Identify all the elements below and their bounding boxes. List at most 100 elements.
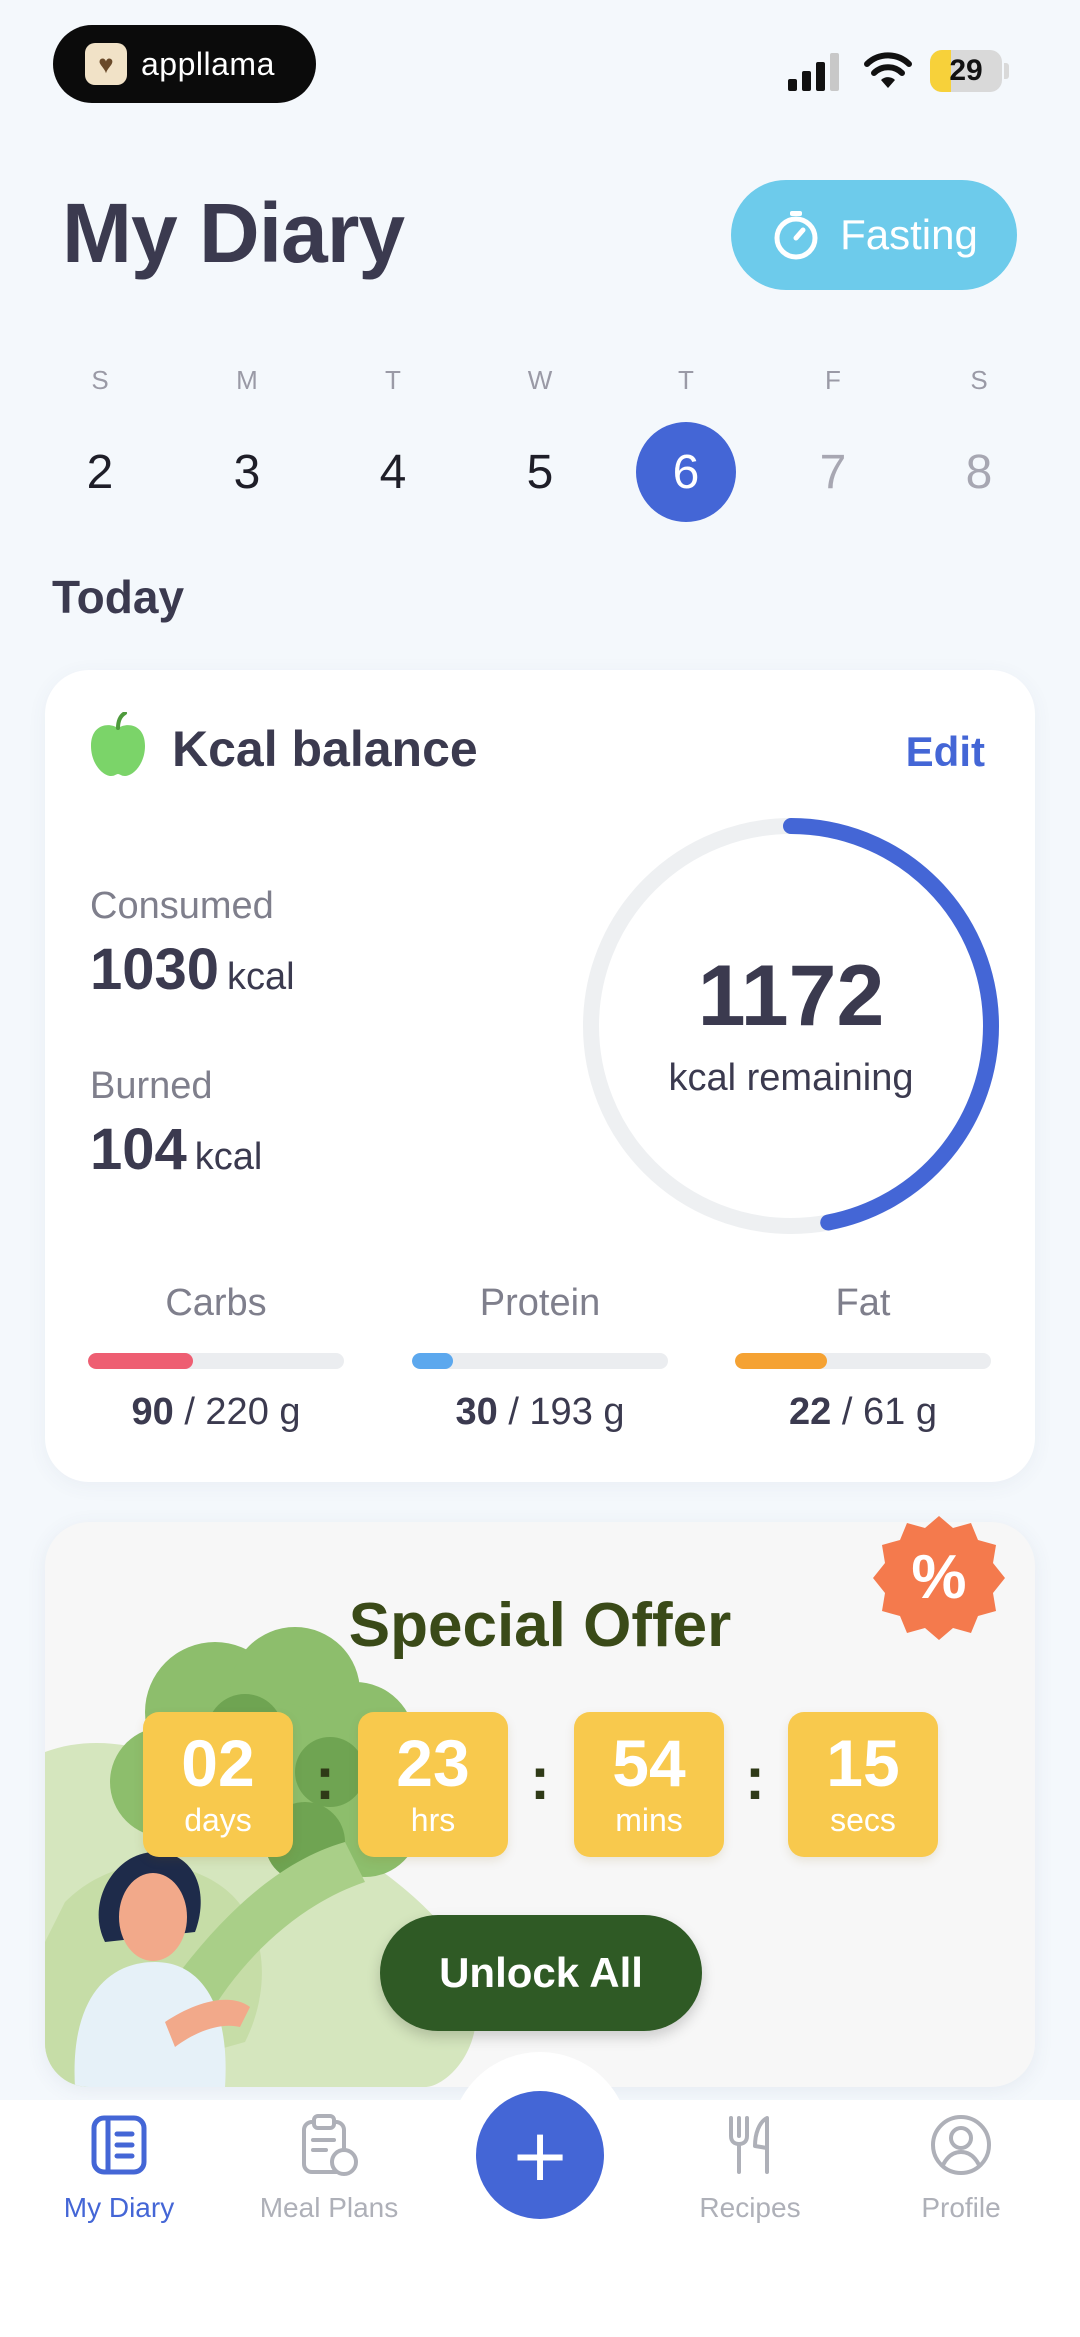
remaining-value: 1172 [697,947,885,1044]
nav-item-meal-plans[interactable]: Meal Plans [249,2112,409,2224]
day-4[interactable]: T4 [343,360,443,522]
nav-label: Profile [921,2192,1001,2223]
fasting-label: Fasting [840,211,978,258]
nav-label: Recipes [699,2192,801,2223]
nav-label: Meal Plans [259,2192,399,2223]
day-number: 6 [636,422,736,522]
burned-unit: kcal [194,1136,263,1178]
nav-item-recipes[interactable]: Recipes [670,2112,830,2224]
page-title: My Diary [62,186,405,280]
meal-plans-icon [302,2114,358,2176]
timer-unit: mins [615,1802,683,1838]
timer-value: 54 [612,1726,686,1800]
nav-item-profile[interactable]: Profile [881,2112,1041,2224]
day-3[interactable]: M3 [197,360,297,522]
timer-separator: : [530,1745,550,1812]
timer-value: 15 [826,1726,900,1800]
macro-current: 22 [789,1391,832,1433]
timer-separator: : [315,1745,335,1812]
day-number: 7 [819,445,847,499]
day-number: 4 [379,445,407,499]
unlock-all-button[interactable]: Unlock All [380,1915,702,2031]
burned-value: 104 [90,1117,187,1182]
macro-target: / 193 g [508,1391,625,1433]
day-8[interactable]: S8 [929,360,1029,522]
macro-target: / 61 g [841,1391,937,1433]
kcal-remaining: 1172 kcal remaining [575,810,1007,1242]
weekday-letter: W [527,365,553,395]
weekday-letter: T [678,365,694,395]
nav-item-my-diary[interactable]: My Diary [39,2112,199,2224]
macro-current: 90 [131,1391,174,1433]
timer-value: 02 [181,1726,255,1800]
consumed-stat: Consumed 1030 kcal [90,885,295,1003]
macro-carbs: Carbs 90 / 220 g [88,1282,344,1434]
weekday-letter: F [825,365,841,395]
weekday-letter: S [970,365,988,395]
diary-icon [91,2115,147,2175]
day-2[interactable]: S2 [50,360,150,522]
fork-knife-icon [729,2116,769,2174]
timer-value: 23 [396,1726,470,1800]
macro-name: Carbs [165,1282,267,1324]
discount-badge: % [873,1516,1005,1640]
kcal-card-title: Kcal balance [172,721,478,777]
profile-icon [931,2115,991,2175]
day-number: 8 [965,445,993,499]
timer-hours: 23 hrs [358,1712,508,1857]
weekday-letter: T [385,365,401,395]
day-number: 5 [526,445,554,499]
apple-icon [91,712,145,776]
macro-name: Fat [835,1282,891,1324]
edit-link[interactable]: Edit [906,728,985,776]
consumed-value: 1030 [90,937,220,1002]
macro-fat: Fat 22 / 61 g [735,1282,991,1434]
consumed-unit: kcal [227,956,295,998]
signal-icon [788,53,839,91]
macro-bar-fill [412,1353,453,1369]
burned-stat: Burned 104 kcal [90,1065,262,1183]
llama-logo-icon: ♥ [85,43,127,85]
macro-bar-fill [88,1353,193,1369]
timer-unit: hrs [410,1802,456,1838]
brand-name: appllama [141,45,275,82]
macro-protein: Protein 30 / 193 g [412,1282,668,1434]
timer-minutes: 54 mins [574,1712,724,1857]
macro-bar [412,1353,668,1369]
battery-nub [1004,63,1009,79]
macro-name: Protein [479,1282,601,1324]
battery-indicator: 29 [930,50,1002,92]
day-5[interactable]: W5 [490,360,590,522]
stopwatch-icon [774,211,818,260]
weekday-letter: M [236,365,258,395]
timer-days: 02 days [143,1712,293,1857]
day-6[interactable]: T6 [636,360,736,522]
wifi-icon [864,52,912,88]
badge-symbol: % [911,1543,966,1612]
day-number: 2 [86,445,114,499]
day-7[interactable]: F7 [783,360,883,522]
timer-seconds: 15 secs [788,1712,938,1857]
battery-level: 29 [949,54,983,87]
brand-pill: ♥ appllama [53,25,316,103]
remaining-label: kcal remaining [668,1056,914,1099]
consumed-label: Consumed [90,885,274,927]
section-title-today: Today [52,571,185,623]
macro-bar [88,1353,344,1369]
macro-bar-fill [735,1353,828,1369]
add-button[interactable]: + [476,2091,604,2219]
timer-unit: days [184,1802,252,1838]
macro-target: / 220 g [184,1391,301,1433]
fasting-button[interactable]: Fasting [731,180,1017,290]
burned-label: Burned [90,1065,213,1107]
day-number: 3 [233,445,261,499]
macro-current: 30 [455,1391,498,1433]
timer-unit: secs [830,1802,896,1838]
nav-label: My Diary [63,2192,175,2223]
kcal-balance-card: Kcal balance Edit Consumed 1030 kcal Burn… [45,670,1035,1482]
week-calendar-strip: S2M3T4W5T6F7S8 [0,360,1080,530]
timer-separator: : [745,1745,765,1812]
status-bar: ♥ appllama 29 [0,0,1080,130]
macro-bar [735,1353,991,1369]
weekday-letter: S [91,365,109,395]
